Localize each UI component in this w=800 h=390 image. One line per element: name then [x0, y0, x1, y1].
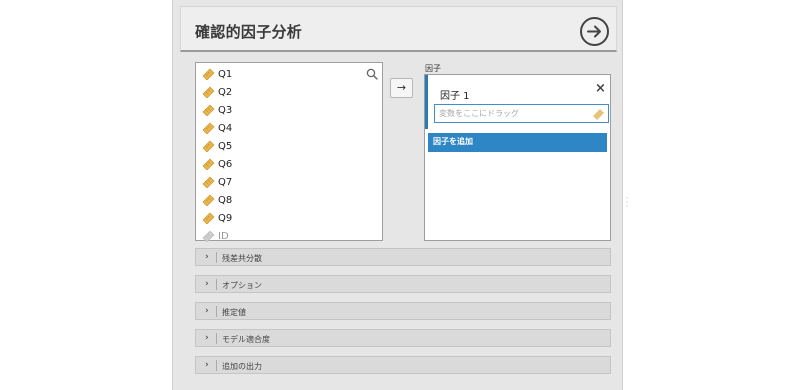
section-label: モデル適合度: [222, 335, 270, 344]
section-label: オプション: [222, 281, 262, 290]
arrow-right-icon: [587, 25, 601, 38]
variable-item[interactable]: Q9: [202, 210, 232, 226]
variable-list[interactable]: Q1 Q2 Q3 Q4 Q5 Q6 Q7 Q8 Q9 ID: [195, 62, 383, 244]
ruler-icon: [202, 122, 215, 134]
chevron-right-icon: ›: [205, 279, 209, 289]
variable-label: Q2: [218, 86, 233, 98]
section-divider: [216, 252, 217, 263]
variable-item[interactable]: Q8: [202, 192, 232, 208]
ruler-icon: [202, 158, 215, 170]
ruler-icon-gray: [202, 230, 215, 242]
factors-label: 因子: [425, 64, 441, 73]
chevron-right-icon: ›: [205, 360, 209, 370]
variable-label: Q4: [218, 122, 233, 134]
variable-item[interactable]: Q7: [202, 174, 232, 190]
section-divider: [216, 333, 217, 344]
variable-item[interactable]: Q4: [202, 120, 232, 136]
ruler-icon: [202, 140, 215, 152]
right-resize-handle[interactable]: · · ·: [625, 195, 629, 212]
variable-label: Q5: [218, 140, 233, 152]
add-factor-button[interactable]: 因子を追加: [428, 133, 607, 152]
variable-item[interactable]: Q2: [202, 84, 232, 100]
factor-name[interactable]: 因子 1: [440, 87, 470, 102]
ruler-icon: [202, 194, 215, 206]
analysis-title: 確認的因子分析: [195, 23, 303, 41]
go-arrow-button[interactable]: [580, 17, 609, 46]
section-divider: [216, 360, 217, 371]
ruler-icon: [202, 212, 215, 224]
analysis-options-panel: 確認的因子分析 Q1 Q2 Q3 Q4 Q5 Q6 Q7 Q8 Q9 ID → 因子 因子 1 ×…: [172, 0, 623, 390]
variable-item[interactable]: Q3: [202, 102, 232, 118]
variable-item[interactable]: ID: [202, 228, 229, 244]
factor-drop-field[interactable]: 変数をここにドラッグ: [434, 104, 609, 123]
chevron-right-icon: ›: [205, 306, 209, 316]
variable-label: Q7: [218, 176, 233, 188]
analysis-header: 確認的因子分析: [180, 6, 617, 52]
collapsible-section[interactable]: › 残差共分散: [195, 248, 611, 266]
ruler-icon: [202, 86, 215, 98]
section-divider: [216, 279, 217, 290]
section-label: 追加の出力: [222, 362, 262, 371]
variable-label: Q8: [218, 194, 233, 206]
move-variable-button[interactable]: →: [390, 78, 413, 98]
chevron-right-icon: ›: [205, 333, 209, 343]
section-divider: [216, 306, 217, 317]
variable-label: Q3: [218, 104, 233, 116]
variable-label: Q1: [218, 68, 233, 80]
variable-label: Q9: [218, 212, 233, 224]
collapsible-section[interactable]: › モデル適合度: [195, 329, 611, 347]
ruler-icon: [593, 109, 604, 120]
section-label: 推定値: [222, 308, 246, 317]
factor-card: 因子 1 × 変数をここにドラッグ: [425, 75, 610, 129]
ruler-icon: [202, 68, 215, 80]
search-icon[interactable]: [366, 68, 378, 80]
remove-factor-button[interactable]: ×: [595, 81, 606, 96]
variable-item[interactable]: Q1: [202, 66, 232, 82]
ruler-icon: [202, 104, 215, 116]
factors-box: 因子 1 × 変数をここにドラッグ 因子を追加: [424, 74, 611, 241]
variable-label: ID: [218, 230, 229, 242]
chevron-right-icon: ›: [205, 252, 209, 262]
section-label: 残差共分散: [222, 254, 262, 263]
collapsible-section[interactable]: › オプション: [195, 275, 611, 293]
collapsible-section[interactable]: › 推定値: [195, 302, 611, 320]
variable-item[interactable]: Q6: [202, 156, 232, 172]
variable-item[interactable]: Q5: [202, 138, 232, 154]
collapsible-section[interactable]: › 追加の出力: [195, 356, 611, 374]
drop-field-placeholder: 変数をここにドラッグ: [439, 109, 519, 118]
variable-label: Q6: [218, 158, 233, 170]
ruler-icon: [202, 176, 215, 188]
